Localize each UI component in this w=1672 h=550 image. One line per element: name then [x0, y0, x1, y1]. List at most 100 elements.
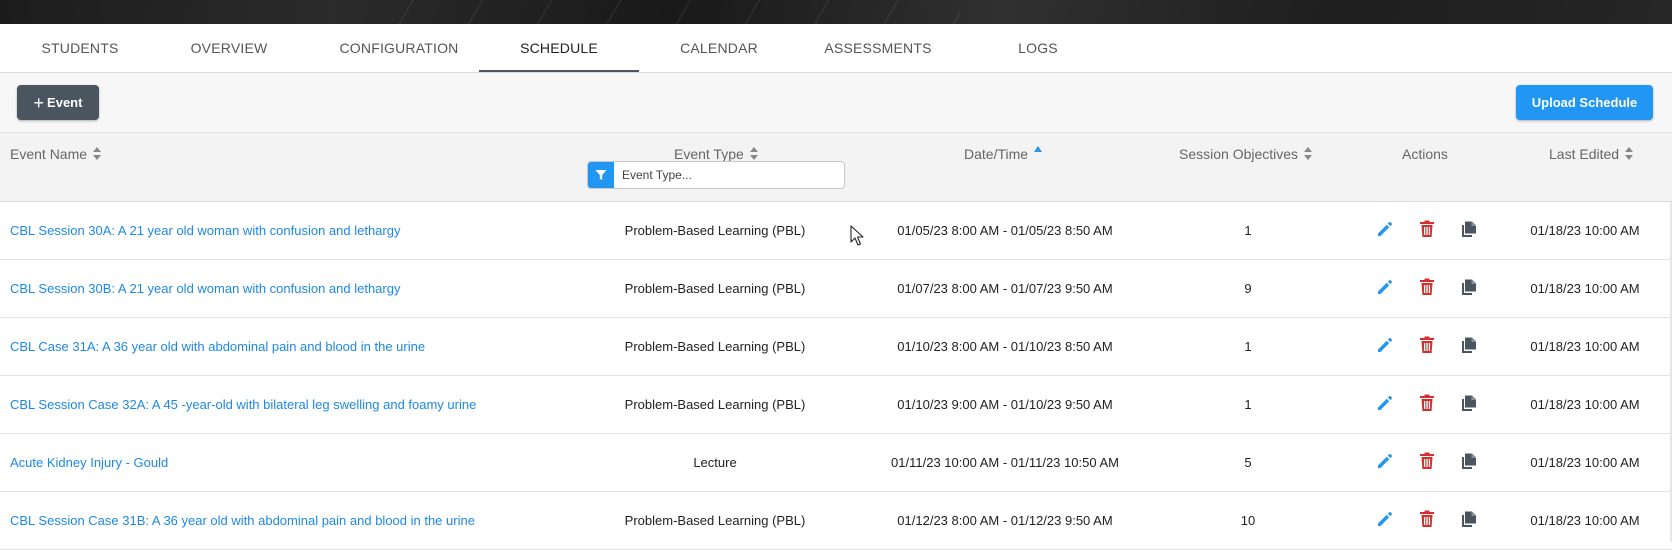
session-objectives-cell: 9	[1244, 281, 1252, 296]
event-name-link[interactable]: CBL Session Case 32A: A 45 -year-old wit…	[10, 376, 476, 433]
session-objectives-cell: 1	[1244, 397, 1252, 412]
session-objectives-cell: 5	[1244, 455, 1252, 470]
tab-overview[interactable]: OVERVIEW	[149, 24, 309, 72]
copy-icon	[1460, 336, 1478, 359]
column-header-event-type[interactable]: Event Type	[674, 146, 759, 162]
table-row: Acute Kidney Injury - Gould Lecture 01/11/…	[0, 434, 1672, 492]
column-header-last-edited[interactable]: Last Edited	[1549, 146, 1634, 162]
trash-icon	[1419, 278, 1435, 301]
copy-button[interactable]	[1459, 395, 1479, 415]
copy-button[interactable]	[1459, 279, 1479, 299]
table-row: CBL Session 30B: A 21 year old woman wit…	[0, 260, 1672, 318]
upload-schedule-label: Upload Schedule	[1531, 95, 1638, 110]
delete-button[interactable]	[1417, 336, 1437, 359]
tab-students[interactable]: STUDENTS	[0, 24, 160, 72]
event-type-cell: Problem-Based Learning (PBL)	[624, 223, 806, 238]
sort-icon	[749, 147, 759, 161]
column-label: Last Edited	[1549, 146, 1620, 162]
table-row: CBL Session Case 31B: A 36 year old with…	[0, 492, 1672, 550]
last-edited-cell: 01/18/23 10:00 AM	[1530, 397, 1640, 412]
column-header-actions: Actions	[1402, 146, 1448, 162]
date-time-cell: 01/10/23 8:00 AM - 01/10/23 8:50 AM	[897, 339, 1113, 354]
date-time-cell: 01/05/23 8:00 AM - 01/05/23 8:50 AM	[897, 223, 1113, 238]
delete-button[interactable]	[1417, 394, 1437, 417]
tab-logs[interactable]: LOGS	[958, 24, 1118, 72]
event-name-link[interactable]: CBL Case 31A: A 36 year old with abdomin…	[10, 318, 425, 375]
table-row: CBL Case 31A: A 36 year old with abdomin…	[0, 318, 1672, 376]
session-objectives-cell: 1	[1244, 339, 1252, 354]
copy-icon	[1460, 394, 1478, 417]
copy-icon	[1460, 452, 1478, 475]
copy-icon	[1460, 510, 1478, 533]
session-objectives-cell: 1	[1244, 223, 1252, 238]
copy-button[interactable]	[1459, 511, 1479, 531]
trash-icon	[1419, 452, 1435, 475]
delete-button[interactable]	[1417, 452, 1437, 475]
tab-schedule[interactable]: SCHEDULE	[479, 24, 639, 72]
edit-button[interactable]	[1375, 337, 1395, 357]
event-type-cell: Problem-Based Learning (PBL)	[624, 397, 806, 412]
copy-icon	[1460, 278, 1478, 301]
table-row: CBL Session 30A: A 21 year old woman wit…	[0, 202, 1672, 260]
copy-icon	[1460, 220, 1478, 243]
pencil-icon	[1376, 510, 1394, 533]
copy-button[interactable]	[1459, 453, 1479, 473]
sort-icon	[93, 147, 102, 161]
tab-calendar[interactable]: CALENDAR	[639, 24, 799, 72]
sort-icon	[1304, 147, 1313, 161]
column-header-event-name[interactable]: Event Name	[10, 146, 102, 162]
tab-bar: STUDENTS OVERVIEW CONFIGURATION SCHEDULE…	[0, 24, 1672, 73]
last-edited-cell: 01/18/23 10:00 AM	[1530, 513, 1640, 528]
event-type-cell: Problem-Based Learning (PBL)	[624, 281, 806, 296]
trash-icon	[1419, 394, 1435, 417]
column-header-session-objectives[interactable]: Session Objectives	[1179, 146, 1313, 162]
event-name-link[interactable]: CBL Session 30A: A 21 year old woman wit…	[10, 202, 400, 259]
event-type-filter	[587, 161, 845, 189]
event-type-cell: Problem-Based Learning (PBL)	[624, 339, 806, 354]
tab-assessments[interactable]: ASSESSMENTS	[798, 24, 958, 72]
add-event-button[interactable]: + Event	[17, 85, 99, 120]
edit-button[interactable]	[1375, 395, 1395, 415]
last-edited-cell: 01/18/23 10:00 AM	[1530, 339, 1640, 354]
filter-icon[interactable]	[588, 162, 614, 188]
upload-schedule-button[interactable]: Upload Schedule	[1516, 85, 1653, 120]
add-event-label: Event	[47, 95, 83, 110]
pencil-icon	[1376, 452, 1394, 475]
table-header: Event Name Event Type Date/Time Session …	[0, 133, 1672, 202]
trash-icon	[1419, 510, 1435, 533]
last-edited-cell: 01/18/23 10:00 AM	[1530, 281, 1640, 296]
pencil-icon	[1376, 394, 1394, 417]
session-objectives-cell: 10	[1240, 513, 1256, 528]
pencil-icon	[1376, 278, 1394, 301]
tab-configuration[interactable]: CONFIGURATION	[319, 24, 479, 72]
column-label: Session Objectives	[1179, 146, 1299, 162]
trash-icon	[1419, 336, 1435, 359]
delete-button[interactable]	[1417, 220, 1437, 241]
event-name-link[interactable]: Acute Kidney Injury - Gould	[10, 434, 168, 491]
edit-button[interactable]	[1375, 511, 1395, 531]
mouse-cursor-icon	[850, 225, 864, 246]
header-banner	[0, 0, 1672, 24]
column-label: Event Name	[10, 146, 88, 162]
delete-button[interactable]	[1417, 278, 1437, 301]
edit-button[interactable]	[1375, 221, 1395, 241]
last-edited-cell: 01/18/23 10:00 AM	[1530, 455, 1640, 470]
event-type-filter-input[interactable]	[614, 162, 839, 188]
plus-icon: +	[33, 92, 45, 113]
last-edited-cell: 01/18/23 10:00 AM	[1530, 223, 1640, 238]
sort-ascending-icon	[1034, 146, 1043, 156]
date-time-cell: 01/11/23 10:00 AM - 01/11/23 10:50 AM	[891, 455, 1119, 470]
edit-button[interactable]	[1375, 453, 1395, 473]
event-name-link[interactable]: CBL Session Case 31B: A 36 year old with…	[10, 492, 475, 549]
copy-button[interactable]	[1459, 221, 1479, 241]
date-time-cell: 01/12/23 8:00 AM - 01/12/23 9:50 AM	[897, 513, 1113, 528]
column-label: Actions	[1402, 146, 1448, 162]
date-time-cell: 01/10/23 9:00 AM - 01/10/23 9:50 AM	[897, 397, 1113, 412]
table-row: CBL Session Case 32A: A 45 -year-old wit…	[0, 376, 1672, 434]
delete-button[interactable]	[1417, 510, 1437, 533]
column-header-date-time[interactable]: Date/Time	[964, 146, 1043, 162]
edit-button[interactable]	[1375, 279, 1395, 299]
date-time-cell: 01/07/23 8:00 AM - 01/07/23 9:50 AM	[897, 281, 1113, 296]
event-name-link[interactable]: CBL Session 30B: A 21 year old woman wit…	[10, 260, 400, 317]
copy-button[interactable]	[1459, 337, 1479, 357]
